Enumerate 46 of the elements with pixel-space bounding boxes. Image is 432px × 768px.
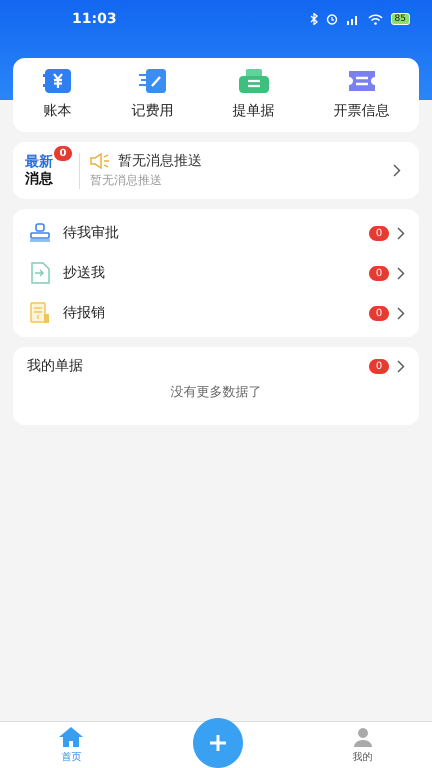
count-badge: 0 (369, 306, 389, 320)
task-row[interactable]: 待我审批 0 (13, 213, 419, 253)
news-logo-text: 最新 (25, 154, 53, 170)
chevron-right-icon (397, 306, 405, 320)
receipt-icon (29, 302, 51, 324)
task-label: 待我审批 (63, 224, 120, 242)
signal-icon (346, 14, 360, 24)
tab-bar-item[interactable]: 首页 (50, 722, 92, 764)
battery-level: 85 (390, 13, 410, 25)
task-row[interactable]: 待报销 0 (13, 293, 419, 333)
chevron-right-icon (397, 266, 405, 280)
status-time: 11:03 (72, 11, 117, 27)
printer-icon (238, 68, 270, 94)
documents-title: 我的单据 (27, 357, 83, 375)
quick-action[interactable]: 开票信息 (328, 68, 396, 120)
notebook-pen-icon (138, 68, 168, 94)
news-title: 暂无消息推送 (118, 152, 202, 170)
wifi-icon (368, 14, 383, 24)
empty-message: 没有更多数据了 (170, 384, 262, 401)
task-label: 待报销 (63, 304, 106, 322)
speaker-icon (90, 153, 110, 169)
quick-action[interactable]: 提单据 (226, 68, 280, 120)
quick-action[interactable]: 记费用 (126, 68, 180, 120)
count-badge: 0 (369, 266, 389, 280)
person-icon (352, 726, 374, 748)
yen-book-icon (42, 68, 72, 94)
chevron-right-icon (397, 226, 405, 240)
document-arrow-icon (29, 262, 51, 284)
alarm-icon (326, 13, 338, 25)
tab-bar-item[interactable]: 我的 (344, 722, 382, 764)
news-subtitle: 暂无消息推送 (90, 172, 163, 189)
news-logo-text: 消息 (25, 170, 53, 188)
plus-icon (208, 733, 228, 753)
count-badge: 0 (369, 358, 389, 374)
add-button[interactable] (192, 718, 243, 768)
task-label: 抄送我 (63, 264, 106, 282)
count-badge: 0 (53, 144, 73, 162)
bluetooth-icon (310, 13, 318, 25)
quick-action[interactable]: 账本 (36, 68, 78, 120)
task-row[interactable]: 抄送我 0 (13, 253, 419, 293)
news-card[interactable]: 最新 消息 0 暂无消息推送 暂无消息推送 (13, 142, 419, 199)
stamp-icon (29, 223, 51, 243)
count-badge: 0 (369, 226, 389, 240)
chevron-right-icon (397, 360, 405, 372)
chevron-right-icon (393, 164, 401, 177)
home-icon (58, 726, 84, 748)
